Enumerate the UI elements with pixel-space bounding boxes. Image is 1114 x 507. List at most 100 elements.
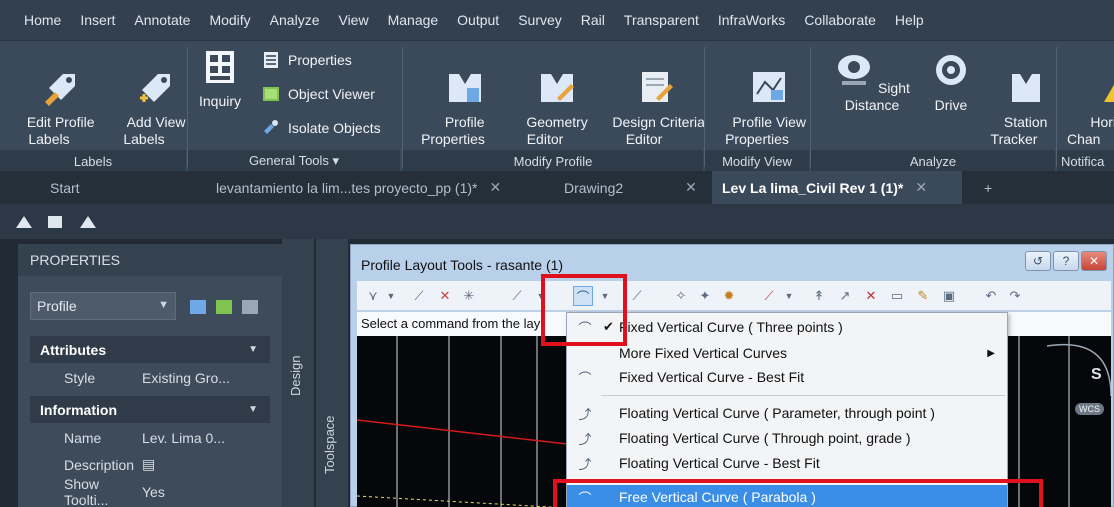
menu-item-floating-parameter[interactable]: ⤴ Floating Vertical Curve ( Parameter, t… (567, 401, 1007, 425)
design-criteria-editor-button[interactable]: Design Criteria Editor (589, 51, 705, 165)
inquiry-button[interactable]: Inquiry (196, 49, 244, 110)
drive-button[interactable]: Drive (929, 51, 973, 114)
tab-levantamiento[interactable]: levantamiento la lim...tes proyecto_pp (… (206, 171, 511, 204)
help-icon[interactable]: ↺ (1025, 251, 1051, 271)
close-icon[interactable]: ✕ (489, 179, 501, 196)
design-criteria-editor-label: Design Criteria Editor (612, 114, 705, 147)
profile-view-properties-button[interactable]: Profile View Properties (709, 51, 806, 165)
notifications-group-footer: Notifica (1057, 150, 1114, 172)
property-row-description[interactable]: Description ▤ (30, 451, 270, 478)
object-viewer-button[interactable]: Object Viewer (262, 85, 375, 103)
property-row-name[interactable]: Name Lev. Lima 0... (30, 424, 270, 451)
design-tab-label[interactable]: Design (288, 356, 303, 396)
ribbon-tab-output[interactable]: Output (457, 12, 499, 28)
tab-lev-la-lima[interactable]: Lev La lima_Civil Rev 1 (1)* ✕ (712, 171, 962, 204)
description-edit-icon[interactable]: ▤ (142, 456, 155, 473)
menu-item-floating-grade[interactable]: ⤴ Floating Vertical Curve ( Through poin… (567, 426, 1007, 450)
tab-drawing2[interactable]: Drawing2 ✕ (554, 171, 707, 204)
insert-element-icon[interactable]: ✦ (695, 286, 715, 306)
geometry-editor-label: Geometry Editor (526, 114, 588, 147)
delete-entity-icon[interactable]: ✕ (861, 286, 881, 306)
close-icon[interactable]: ✕ (915, 179, 927, 196)
ribbon-tab-home[interactable]: Home (24, 12, 61, 28)
analyze-group-footer: Analyze (811, 150, 1055, 172)
edit-icon[interactable]: ✎ (913, 286, 933, 306)
tangent-icon[interactable]: ⟋ (507, 286, 527, 306)
undo-icon[interactable]: ↶ (981, 286, 1001, 306)
ribbon-tab-view[interactable]: View (338, 12, 368, 28)
horizon-change-button[interactable]: Horizo Chan (1067, 51, 1114, 165)
insert-pvi-icon[interactable]: ⟋ (409, 286, 429, 306)
window-title: Profile Layout Tools - rasante (1) (361, 257, 564, 273)
ribbon-tab-collaborate[interactable]: Collaborate (804, 12, 876, 28)
add-view-labels-label: Add View Labels (123, 114, 186, 147)
curve-settings-icon[interactable]: ⟋ (627, 286, 647, 306)
tool-icon-2 (48, 216, 62, 228)
chevron-down-icon[interactable]: ▼ (779, 286, 799, 306)
add-view-labels-button[interactable]: Add View Labels (104, 51, 186, 165)
chevron-down-icon: ▼ (248, 404, 258, 415)
object-type-select[interactable]: Profile ▼ (30, 292, 176, 320)
geometry-editor-button[interactable]: Geometry Editor (503, 51, 588, 165)
pvi-tools-icon[interactable]: ⋎ (363, 286, 383, 306)
toolspace-tab-label[interactable]: Toolspace (322, 415, 337, 474)
wcs-badge[interactable]: WCS (1075, 403, 1104, 415)
attributes-section[interactable]: Attributes ▼ (30, 336, 270, 363)
attributes-header: Attributes (40, 341, 107, 358)
geometry-editor-icon (540, 74, 574, 102)
close-icon[interactable]: ✕ (685, 179, 697, 196)
move-pvi-icon[interactable]: ✳ (459, 286, 479, 306)
menu-item-fixed-three-points[interactable]: ⌒ ✔ Fixed Vertical Curve ( Three points … (567, 315, 1007, 339)
isolate-objects-button[interactable]: Isolate Objects (262, 119, 381, 137)
ribbon-tab-infraworks[interactable]: InfraWorks (718, 12, 785, 28)
station-tracker-button[interactable]: Station Tracker (977, 51, 1051, 165)
raise-lower-icon[interactable]: ↟ (809, 286, 829, 306)
sight-distance-button[interactable]: Sight Distance (817, 51, 927, 114)
information-section[interactable]: Information ▼ (30, 396, 270, 423)
ribbon-tab-help[interactable]: Help (895, 12, 924, 28)
chevron-down-icon[interactable]: ▼ (381, 286, 401, 306)
edit-profile-labels-button[interactable]: Edit Profile Labels (0, 51, 98, 165)
highlight-box-curve-button (541, 274, 627, 346)
select-pvi-icon[interactable]: ▭ (887, 286, 907, 306)
menu-item-floating-best-fit[interactable]: ⤴ Floating Vertical Curve - Best Fit (567, 451, 1007, 475)
ribbon-tab-analyze[interactable]: Analyze (270, 12, 320, 28)
object-viewer-icon (263, 87, 279, 101)
delete-pvi-icon[interactable]: ✕ (435, 286, 455, 306)
modify-view-group-footer: Modify View (705, 150, 809, 172)
properties-title-text: PROPERTIES (30, 252, 120, 268)
delete-element-icon[interactable]: ✹ (719, 286, 739, 306)
ribbon-tab-modify[interactable]: Modify (209, 12, 250, 28)
pickadd-icon (242, 300, 258, 314)
break-apart-icon[interactable]: ⟋ (759, 286, 779, 306)
ribbon-tab-manage[interactable]: Manage (388, 12, 439, 28)
tab-start[interactable]: Start (40, 171, 90, 204)
property-row-show-tooltip[interactable]: Show Toolti... Yes (30, 476, 270, 507)
isolate-objects-icon (264, 120, 278, 134)
profile-properties-button[interactable]: Profile Properties (411, 51, 495, 165)
description-key: Description (64, 456, 135, 473)
ribbon-tab-rail[interactable]: Rail (581, 12, 605, 28)
inquiry-grid-icon (206, 51, 234, 83)
chevron-down-icon: ▼ (158, 299, 169, 311)
general-tools-group-footer[interactable]: General Tools ▾ (188, 150, 400, 172)
copy-profile-icon[interactable]: ↗ (835, 286, 855, 306)
new-tab-button[interactable]: + (974, 171, 1002, 204)
redo-icon[interactable]: ↷ (1005, 286, 1025, 306)
properties-button[interactable]: Properties (262, 51, 352, 69)
menu-item-fixed-best-fit[interactable]: ⌒ Fixed Vertical Curve - Best Fit (567, 365, 1007, 389)
labels-group: Edit Profile Labels Add View Labels Labe… (0, 41, 186, 172)
grid-view-icon[interactable]: ▣ (939, 286, 959, 306)
close-icon[interactable]: ✕ (1081, 251, 1107, 271)
ribbon-tab-transparent[interactable]: Transparent (624, 12, 699, 28)
ribbon-tab-insert[interactable]: Insert (80, 12, 115, 28)
viewcube-s-label[interactable]: S (1091, 366, 1102, 384)
palette-tool-icons[interactable] (188, 296, 268, 318)
menu-item-more-fixed[interactable]: More Fixed Vertical Curves ▶ (567, 341, 1007, 365)
ribbon-tab-annotate[interactable]: Annotate (134, 12, 190, 28)
pvi-based-icon[interactable]: ✧ (671, 286, 691, 306)
question-icon[interactable]: ? (1053, 251, 1079, 271)
profile-properties-label: Profile Properties (421, 114, 485, 147)
ribbon-tab-survey[interactable]: Survey (518, 12, 562, 28)
property-row-style[interactable]: Style Existing Gro... (30, 364, 270, 391)
